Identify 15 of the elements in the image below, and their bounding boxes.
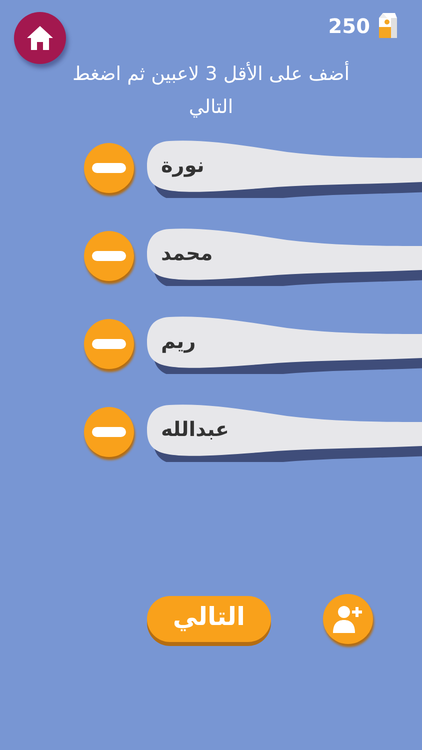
minus-icon: [92, 163, 126, 173]
remove-player-button[interactable]: [84, 231, 134, 281]
minus-icon: [92, 251, 126, 261]
remove-player-button[interactable]: [84, 407, 134, 457]
remove-player-button[interactable]: [84, 143, 134, 193]
remove-player-button[interactable]: [84, 319, 134, 369]
home-icon: [26, 25, 54, 51]
instruction-text: أضف على الأقل 3 لاعبين ثم اضغط التالي: [71, 60, 351, 120]
add-player-button[interactable]: [323, 594, 373, 644]
home-button[interactable]: [14, 12, 66, 64]
add-person-icon: [332, 604, 364, 634]
minus-icon: [92, 427, 126, 437]
minus-icon: [92, 339, 126, 349]
milk-carton-icon: [376, 12, 398, 39]
coin-count: 250: [328, 14, 370, 38]
